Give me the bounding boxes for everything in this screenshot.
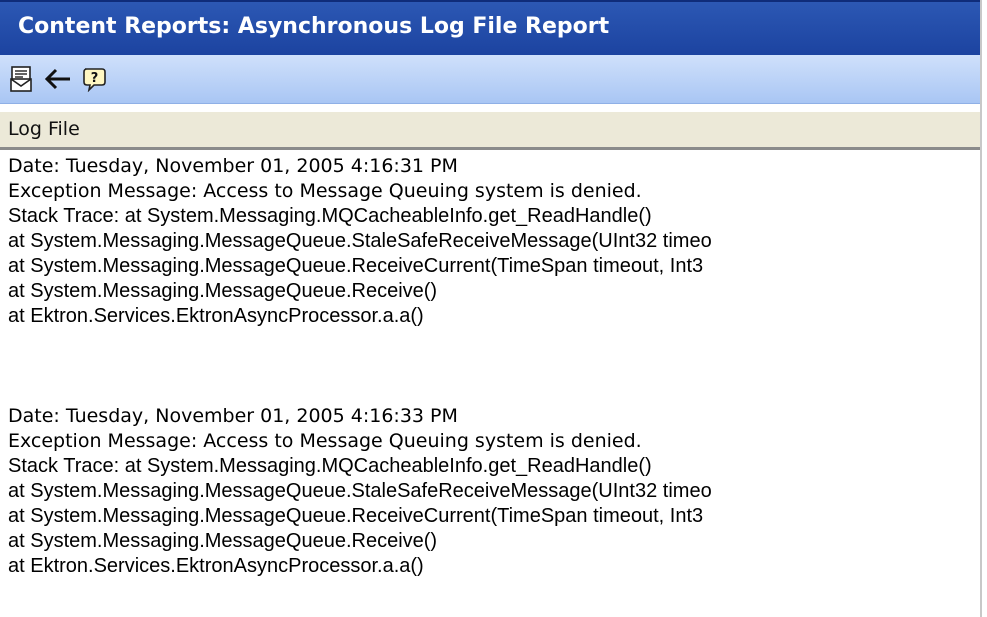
email-report-button[interactable] <box>6 63 38 95</box>
title-bar: Content Reports: Asynchronous Log File R… <box>0 0 980 55</box>
log-file-header: Log File <box>0 112 980 150</box>
log-date: Date: Tuesday, November 01, 2005 4:16:33… <box>8 405 458 427</box>
log-exception-message: Exception Message: Access to Message Que… <box>8 430 642 452</box>
email-report-icon <box>10 66 32 92</box>
stack-trace-line: at System.Messaging.MessageQueue.Receive… <box>8 530 438 552</box>
back-arrow-icon <box>44 68 70 90</box>
toolbar: ? <box>0 55 980 104</box>
stack-trace-line: at System.Messaging.MessageQueue.StaleSa… <box>8 230 712 252</box>
help-icon: ? <box>83 68 106 92</box>
report-window: Content Reports: Asynchronous Log File R… <box>0 0 982 617</box>
stack-trace-line: at Ektron.Services.EktronAsyncProcessor.… <box>8 555 424 577</box>
back-button[interactable] <box>42 63 74 95</box>
log-entry: Date: Tuesday, November 01, 2005 4:16:31… <box>8 154 978 329</box>
stack-trace-line: at System.Messaging.MessageQueue.Receive… <box>8 280 438 302</box>
help-button[interactable]: ? <box>78 63 110 95</box>
log-date: Date: Tuesday, November 01, 2005 4:16:31… <box>8 155 458 177</box>
stack-trace-line: at System.Messaging.MessageQueue.Receive… <box>8 505 704 527</box>
log-entry: Date: Tuesday, November 01, 2005 4:16:33… <box>8 404 978 579</box>
stack-trace-line: at System.Messaging.MessageQueue.Receive… <box>8 255 704 277</box>
log-exception-message: Exception Message: Access to Message Que… <box>8 180 642 202</box>
stack-trace-line: Stack Trace: at System.Messaging.MQCache… <box>8 205 652 227</box>
page-title: Content Reports: Asynchronous Log File R… <box>18 14 610 39</box>
stack-trace-line: at System.Messaging.MessageQueue.StaleSa… <box>8 480 712 502</box>
section-title: Log File <box>8 118 80 140</box>
svg-text:?: ? <box>91 71 99 86</box>
stack-trace-line: at Ektron.Services.EktronAsyncProcessor.… <box>8 305 424 327</box>
log-content: Date: Tuesday, November 01, 2005 4:16:31… <box>8 154 978 614</box>
stack-trace-line: Stack Trace: at System.Messaging.MQCache… <box>8 455 652 477</box>
